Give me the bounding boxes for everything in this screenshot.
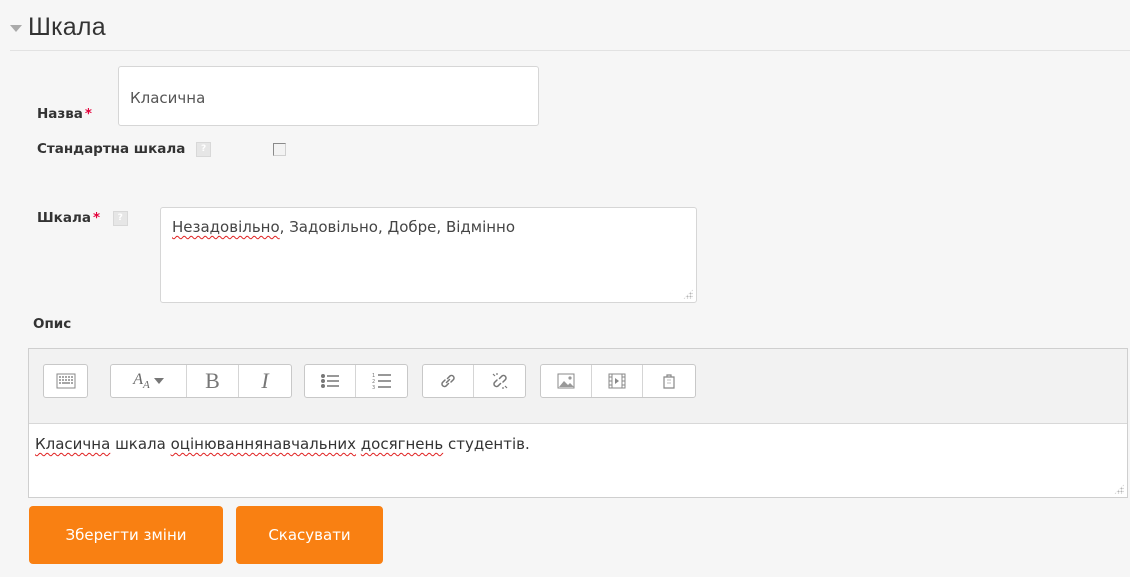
- name-input[interactable]: Класична: [118, 66, 539, 126]
- ordered-list-icon[interactable]: 123: [356, 365, 407, 397]
- font-size-icon[interactable]: AA: [111, 365, 187, 397]
- content-misspelled-3: досягнень: [360, 435, 444, 453]
- content-text-3: студентів.: [443, 435, 530, 453]
- font-size-glyph: A: [133, 370, 144, 388]
- content-text-1: шкала: [110, 435, 171, 453]
- resize-grip-icon[interactable]: [683, 289, 693, 299]
- scale-label: Шкала * ?: [37, 210, 128, 226]
- scale-textarea[interactable]: Незадовільно, Задовільно, Добре, Відмінн…: [160, 207, 697, 303]
- cancel-button[interactable]: Скасувати: [236, 506, 383, 564]
- required-icon: *: [92, 210, 101, 226]
- content-misspelled-1: Класична: [35, 435, 111, 453]
- scale-value-misspelled: Незадовільно: [172, 218, 280, 236]
- bold-icon[interactable]: B: [187, 365, 239, 397]
- italic-glyph: I: [261, 368, 269, 393]
- toolbar-group-3: 123: [304, 364, 408, 398]
- editor-content[interactable]: Класична шкала оцінюваннянавчальних дося…: [35, 435, 530, 453]
- required-icon: *: [84, 106, 92, 122]
- save-button[interactable]: Зберегти зміни: [29, 506, 223, 564]
- keyboard-toggle-icon[interactable]: [44, 365, 87, 397]
- description-label: Опис: [33, 316, 72, 332]
- media-icon[interactable]: [592, 365, 643, 397]
- name-label: Назва *: [37, 106, 92, 122]
- unordered-list-icon[interactable]: [305, 365, 356, 397]
- manage-files-icon[interactable]: [643, 365, 695, 397]
- page: Шкала Назва * Класична Стандартна шкала ?…: [0, 0, 1130, 577]
- collapse-triangle-icon[interactable]: [10, 24, 22, 32]
- resize-grip-icon[interactable]: [1114, 484, 1124, 494]
- help-icon[interactable]: ?: [196, 141, 212, 157]
- scale-label-text: Шкала: [37, 210, 91, 226]
- name-input-value: Класична: [130, 89, 206, 107]
- name-label-text: Назва: [37, 106, 83, 122]
- bold-glyph: B: [205, 368, 220, 393]
- standard-scale-label: Стандартна шкала ?: [37, 141, 212, 157]
- help-icon[interactable]: ?: [112, 210, 128, 226]
- font-size-sub: A: [143, 379, 150, 392]
- unlink-icon[interactable]: [474, 365, 525, 397]
- section-header[interactable]: Шкала: [10, 10, 106, 44]
- dropdown-arrow-icon: [153, 378, 164, 384]
- svg-text:3: 3: [372, 385, 375, 390]
- link-icon[interactable]: [423, 365, 474, 397]
- toolbar-group-5: [540, 364, 696, 398]
- section-divider: [10, 50, 1130, 51]
- standard-scale-label-text: Стандартна шкала: [37, 141, 186, 157]
- scale-value-rest: , Задовільно, Добре, Відмінно: [279, 218, 516, 236]
- description-editor[interactable]: AA B I 123 Класична шкала оцінюваннянавч…: [28, 348, 1128, 498]
- italic-icon[interactable]: I: [239, 365, 291, 397]
- toolbar-group-4: [422, 364, 526, 398]
- section-title: Шкала: [28, 12, 106, 41]
- toolbar-group-2: AA B I: [110, 364, 292, 398]
- editor-toolbar: AA B I 123: [29, 349, 1127, 424]
- image-icon[interactable]: [541, 365, 592, 397]
- standard-scale-checkbox[interactable]: [273, 143, 286, 156]
- content-misspelled-2: оцінюваннянавчальних: [170, 435, 357, 453]
- toolbar-group-1: [43, 364, 88, 398]
